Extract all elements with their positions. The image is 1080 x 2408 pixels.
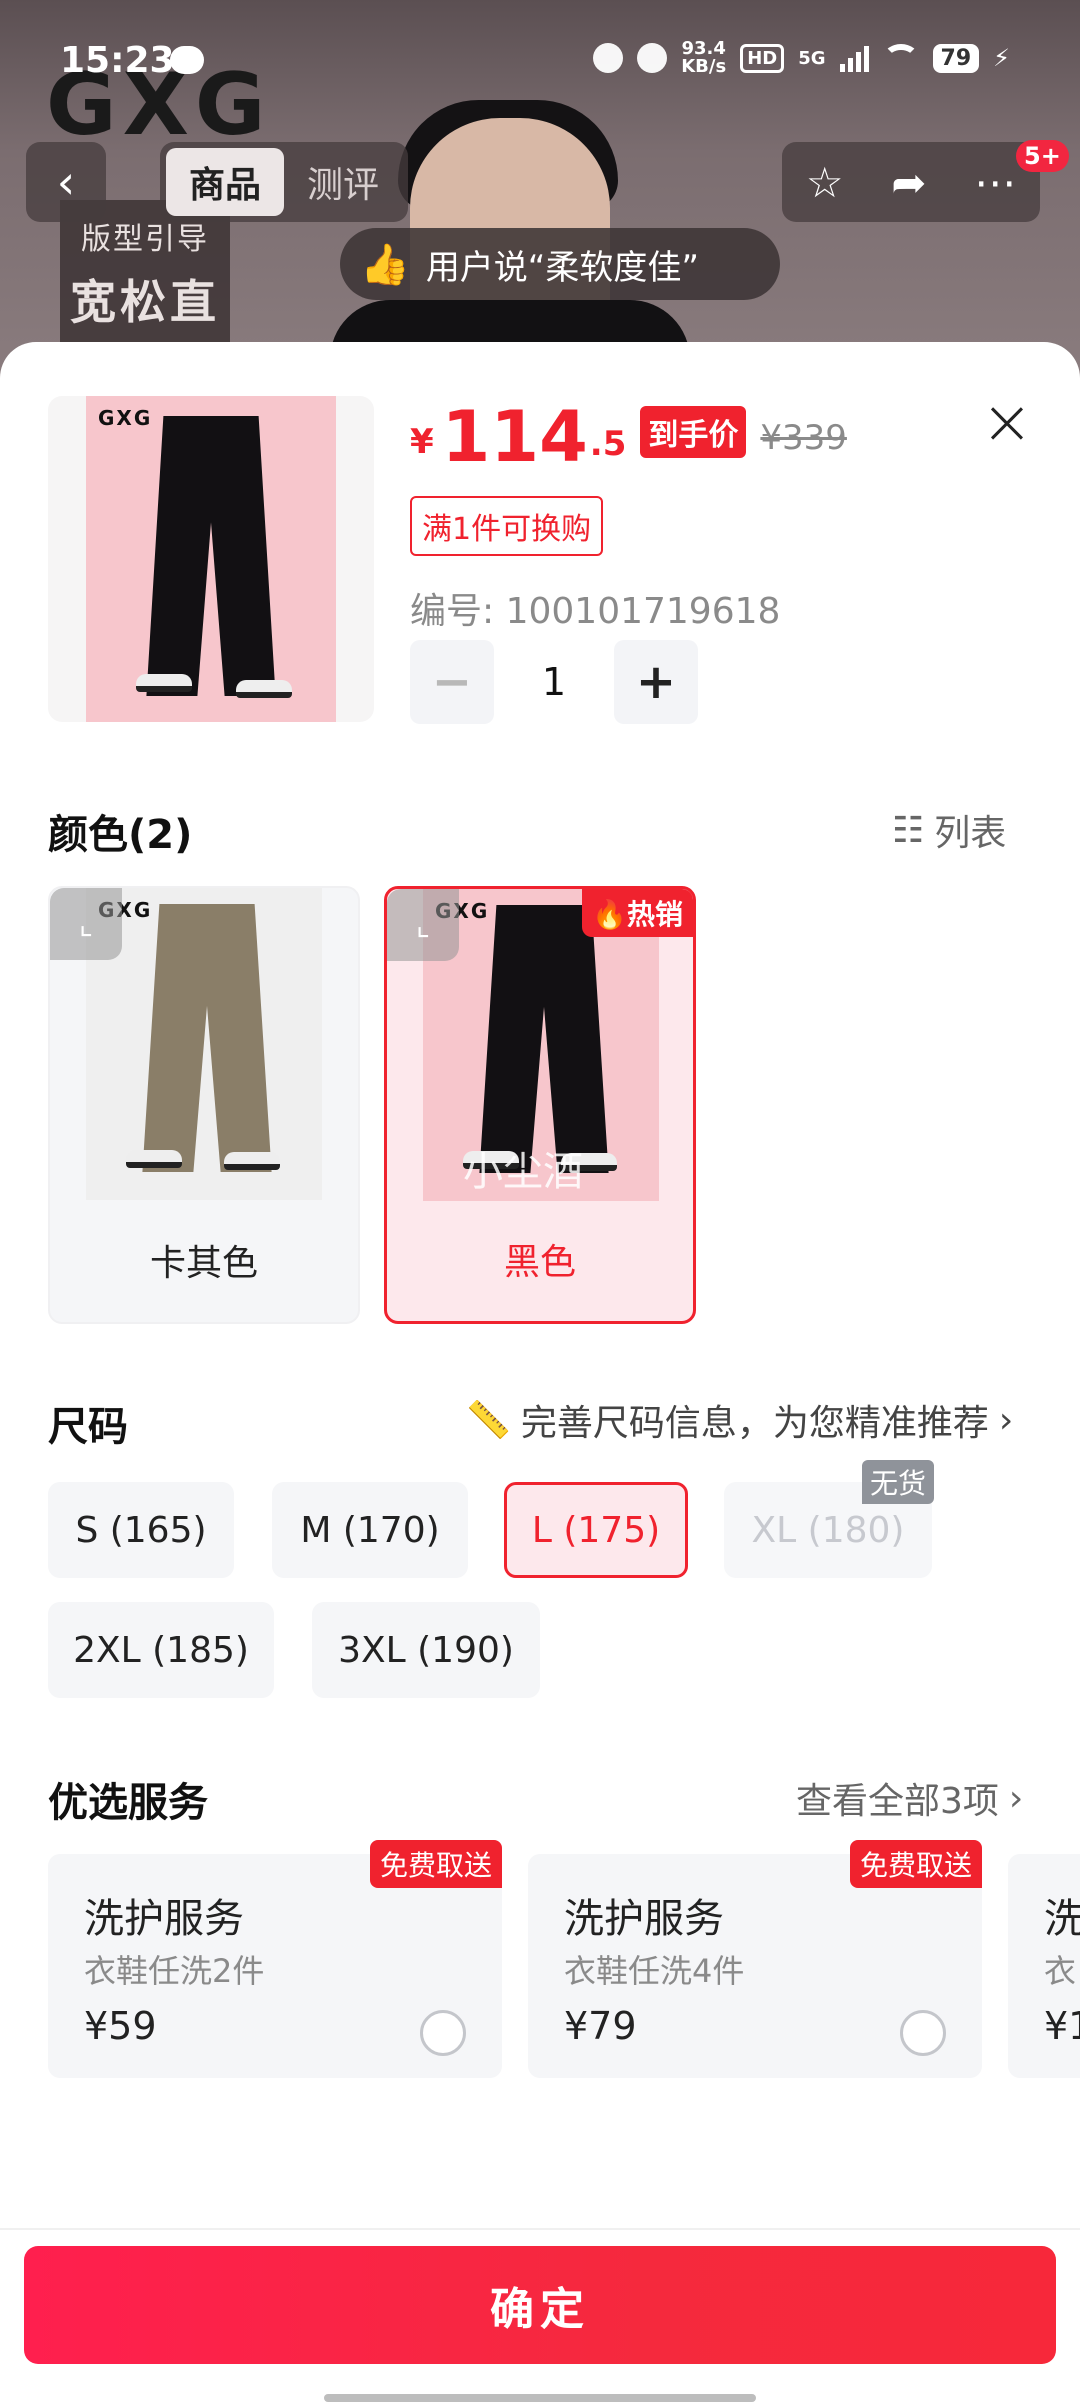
service-radio[interactable] bbox=[420, 2010, 466, 2056]
signal-icon bbox=[839, 44, 869, 72]
chevron-left-icon: ‹ bbox=[56, 155, 76, 209]
page-tabs: 商品 测评 bbox=[160, 142, 408, 222]
review-text: 用户说“柔软度佳” bbox=[425, 247, 700, 288]
location-icon bbox=[593, 43, 624, 73]
service-subtitle: 衣鞋任洗2件 bbox=[84, 1952, 265, 1990]
service-price: ¥79 bbox=[564, 2004, 637, 2048]
service-title: 洗护服务 bbox=[84, 1896, 244, 1942]
nav-actions: ☆ ➦ ⋯ bbox=[782, 142, 1040, 222]
clock: 15:23 bbox=[60, 40, 175, 81]
tab-product[interactable]: 商品 bbox=[166, 148, 284, 216]
confirm-button[interactable]: 确定 bbox=[24, 2246, 1056, 2364]
service-title: 洗 bbox=[1044, 1896, 1080, 1942]
service-card[interactable]: 洗 衣 ¥1 bbox=[1008, 1854, 1080, 2078]
service-title: 洗护服务 bbox=[564, 1896, 724, 1942]
service-price: ¥59 bbox=[84, 2004, 157, 2048]
notification-badge: 5+ bbox=[1016, 140, 1069, 172]
share-icon[interactable]: ➦ bbox=[891, 158, 926, 207]
footer-divider bbox=[0, 2228, 1080, 2230]
service-carousel: 免费取送 洗护服务 衣鞋任洗2件 ¥59 免费取送 洗护服务 衣鞋任洗4件 ¥7… bbox=[0, 342, 1080, 2408]
home-indicator[interactable] bbox=[324, 2394, 756, 2402]
mute-bell-icon bbox=[637, 43, 668, 73]
review-highlight: 👍 用户说“柔软度佳” bbox=[340, 228, 780, 300]
tab-review[interactable]: 测评 bbox=[284, 148, 402, 216]
battery-level: 79 bbox=[932, 43, 980, 73]
free-pickup-badge: 免费取送 bbox=[849, 1840, 982, 1888]
network-speed: 93.4 KB/s bbox=[681, 40, 726, 76]
thumbs-up-icon: 👍 bbox=[360, 241, 410, 288]
service-subtitle: 衣鞋任洗4件 bbox=[564, 1952, 745, 1990]
message-notification-icon bbox=[170, 46, 204, 74]
charging-icon: ⚡ bbox=[993, 44, 1010, 72]
star-icon[interactable]: ☆ bbox=[806, 158, 844, 207]
status-bar: 15:23 93.4 KB/s HD 5G 79 ⚡ bbox=[0, 0, 1080, 120]
hd-icon: HD bbox=[740, 43, 785, 73]
service-card[interactable]: 免费取送 洗护服务 衣鞋任洗4件 ¥79 bbox=[528, 1840, 982, 2078]
service-radio[interactable] bbox=[900, 2010, 946, 2056]
service-card[interactable]: 免费取送 洗护服务 衣鞋任洗2件 ¥59 bbox=[48, 1840, 502, 2078]
service-price: ¥1 bbox=[1044, 2004, 1080, 2048]
service-subtitle: 衣 bbox=[1044, 1952, 1077, 1990]
wifi-icon bbox=[882, 44, 919, 72]
network-speed-unit: KB/s bbox=[681, 56, 727, 77]
more-icon[interactable]: ⋯ bbox=[974, 158, 1016, 207]
free-pickup-badge: 免费取送 bbox=[369, 1840, 502, 1888]
network-type: 5G bbox=[798, 47, 826, 69]
back-button[interactable]: ‹ bbox=[26, 142, 106, 222]
